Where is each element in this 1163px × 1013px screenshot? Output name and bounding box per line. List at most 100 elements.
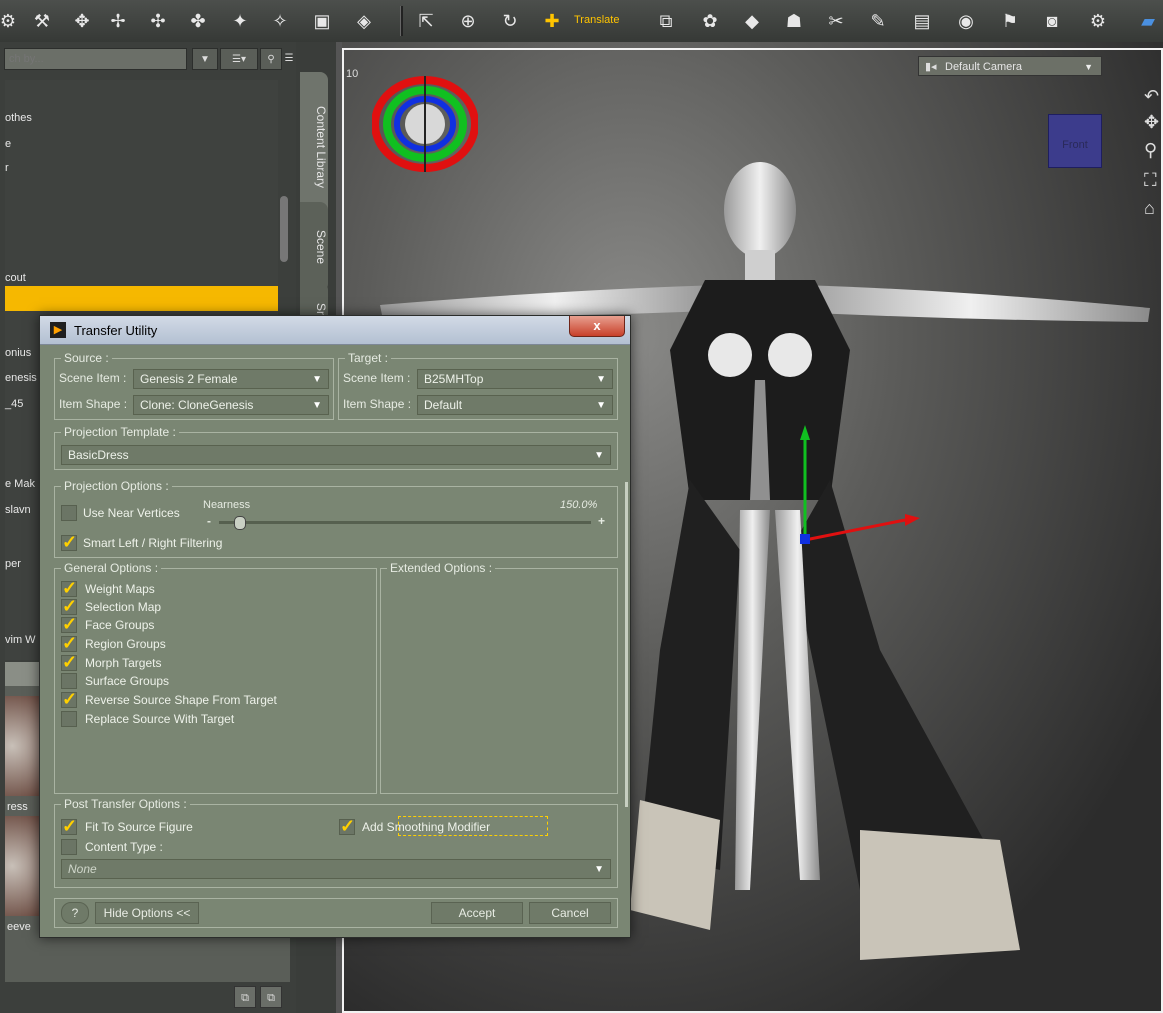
region-navigator-icon[interactable]: ✧ bbox=[268, 9, 292, 33]
reverse-source-shape-checkbox[interactable] bbox=[61, 689, 77, 710]
list-item[interactable]: per bbox=[5, 558, 21, 570]
selection-map-checkbox[interactable] bbox=[61, 596, 77, 617]
source-group-title: Source : bbox=[61, 351, 112, 365]
target-scene-item-select[interactable]: B25MHTop ▼ bbox=[417, 369, 613, 389]
cancel-button[interactable]: Cancel bbox=[529, 902, 611, 924]
rotate-icon[interactable]: ↻ bbox=[498, 9, 522, 33]
add-smoothing-checkbox[interactable] bbox=[339, 816, 355, 837]
panel-menu-icon[interactable]: ☰ bbox=[282, 48, 296, 70]
dialog-title-bar[interactable]: ▶ Transfer Utility x bbox=[40, 316, 630, 345]
list-item[interactable]: othes bbox=[5, 112, 32, 124]
surface-groups-checkbox[interactable] bbox=[61, 673, 77, 689]
close-button[interactable]: x bbox=[569, 316, 625, 337]
replace-source-checkbox[interactable] bbox=[61, 711, 77, 727]
chevron-down-icon: ▼ bbox=[312, 400, 322, 411]
content-type-checkbox[interactable] bbox=[61, 839, 77, 855]
joint-editor-icon[interactable]: ✣ bbox=[146, 9, 170, 33]
cube-icon[interactable]: ◈ bbox=[352, 9, 376, 33]
list-item[interactable]: slavn bbox=[5, 504, 31, 516]
copy-icon[interactable]: ⧉ bbox=[234, 986, 256, 1008]
camera-selector[interactable]: ▮◂ Default Camera ▼ bbox=[918, 56, 1102, 76]
library-bottom-buttons: ⧉ ⧉ bbox=[232, 986, 292, 1008]
replace-source-label: Replace Source With Target bbox=[85, 712, 235, 726]
search-icon[interactable]: ⚲ bbox=[260, 48, 282, 70]
list-item[interactable]: _45 bbox=[5, 398, 23, 410]
list-item[interactable]: vim W bbox=[5, 634, 36, 646]
spot-render-icon[interactable]: ✿ bbox=[698, 9, 722, 33]
universal-tool-icon[interactable]: ⚙ bbox=[0, 9, 20, 33]
list-item[interactable]: e bbox=[5, 138, 11, 150]
hide-options-button[interactable]: Hide Options << bbox=[95, 902, 199, 924]
geometry-editor-icon[interactable]: ✦ bbox=[228, 9, 252, 33]
selection-map-label: Selection Map bbox=[85, 600, 162, 614]
source-scene-item-select[interactable]: Genesis 2 Female ▼ bbox=[133, 369, 329, 389]
source-item-shape-label: Item Shape : bbox=[59, 397, 128, 411]
spot-icon[interactable]: ◉ bbox=[954, 9, 978, 33]
reverse-source-shape-label: Reverse Source Shape From Target bbox=[85, 693, 277, 707]
nearness-minus[interactable]: - bbox=[207, 514, 211, 528]
weight-brush-icon[interactable]: ✎ bbox=[866, 9, 890, 33]
render-icon[interactable]: ▰ bbox=[1136, 9, 1160, 33]
geometry-tool-icon[interactable]: ✂ bbox=[824, 9, 848, 33]
morph-icon[interactable]: ▤ bbox=[910, 9, 934, 33]
orbit-icon[interactable]: ⊕ bbox=[456, 9, 480, 33]
translate-icon[interactable]: ✚ bbox=[540, 9, 564, 33]
translate-label[interactable]: Translate bbox=[574, 14, 619, 26]
list-item[interactable]: enesis bbox=[5, 372, 37, 384]
rotate-joint-icon[interactable]: ⚒ bbox=[30, 9, 54, 33]
dialog-scrollbar[interactable] bbox=[625, 482, 628, 807]
pan-nav-icon[interactable]: ✥ bbox=[1144, 112, 1159, 133]
weight-maps-checkbox[interactable] bbox=[61, 578, 77, 599]
list-item[interactable]: e Mak bbox=[5, 478, 35, 490]
surface-selection-icon[interactable]: ◆ bbox=[740, 9, 764, 33]
filter-dropdown-button[interactable]: ▼ bbox=[192, 48, 218, 70]
source-item-shape-value: Clone: CloneGenesis bbox=[140, 398, 254, 412]
list-item[interactable]: onius bbox=[5, 347, 31, 359]
post-transfer-title: Post Transfer Options : bbox=[61, 797, 190, 811]
fit-to-source-checkbox[interactable] bbox=[61, 816, 77, 837]
render-settings-icon[interactable]: ⚙ bbox=[1086, 9, 1110, 33]
node-properties-icon[interactable]: ⚑ bbox=[998, 9, 1022, 33]
projection-template-select[interactable]: BasicDress ▼ bbox=[61, 445, 611, 465]
tab-scene[interactable]: Scene bbox=[300, 202, 328, 292]
dialog-button-bar: ? Hide Options << Accept Cancel bbox=[54, 898, 618, 928]
list-item[interactable]: cout bbox=[5, 272, 26, 284]
general-options-group: General Options : Weight Maps Selection … bbox=[54, 561, 377, 794]
projection-template-value: BasicDress bbox=[68, 448, 129, 462]
node-select-pointer-icon[interactable]: ⇱ bbox=[414, 9, 438, 33]
accept-button[interactable]: Accept bbox=[431, 902, 523, 924]
product-thumbnail[interactable] bbox=[5, 816, 41, 916]
list-item[interactable]: r bbox=[5, 162, 9, 174]
figure-setup-icon[interactable]: ☗ bbox=[782, 9, 806, 33]
tab-content-library[interactable]: Content Library bbox=[300, 72, 328, 222]
focus-indicator bbox=[398, 816, 548, 836]
paste-icon[interactable]: ⧉ bbox=[260, 986, 282, 1008]
orbit-nav-icon[interactable]: ↶ bbox=[1144, 86, 1159, 107]
target-item-shape-select[interactable]: Default ▼ bbox=[417, 395, 613, 415]
library-search-input[interactable] bbox=[4, 48, 187, 70]
face-groups-label: Face Groups bbox=[85, 618, 155, 632]
library-scrollbar[interactable] bbox=[280, 196, 288, 262]
content-type-select[interactable]: None ▼ bbox=[61, 859, 611, 879]
node-weight-icon[interactable]: ✤ bbox=[186, 9, 210, 33]
morph-targets-checkbox[interactable] bbox=[61, 652, 77, 673]
database-dropdown-button[interactable]: ☰▾ bbox=[220, 48, 258, 70]
fps-readout: 10 bbox=[346, 68, 359, 80]
pose-icon[interactable]: ✥ bbox=[70, 9, 94, 33]
active-pose-icon[interactable]: ✢ bbox=[106, 9, 130, 33]
smart-filtering-checkbox[interactable] bbox=[61, 532, 77, 553]
nearness-plus[interactable]: + bbox=[598, 514, 605, 528]
use-near-vertices-checkbox[interactable] bbox=[61, 505, 77, 521]
help-button[interactable]: ? bbox=[61, 902, 89, 924]
source-item-shape-select[interactable]: Clone: CloneGenesis ▼ bbox=[133, 395, 329, 415]
scale-icon[interactable]: ⧉ bbox=[654, 9, 678, 33]
camera-icon[interactable]: ◙ bbox=[1040, 9, 1064, 33]
nearness-slider-thumb[interactable] bbox=[233, 516, 246, 530]
node-selection-icon[interactable]: ▣ bbox=[310, 9, 334, 33]
product-thumbnail[interactable] bbox=[5, 696, 41, 796]
face-groups-checkbox[interactable] bbox=[61, 614, 77, 635]
region-groups-checkbox[interactable] bbox=[61, 633, 77, 654]
chevron-down-icon: ▼ bbox=[594, 864, 604, 875]
selected-list-item[interactable] bbox=[5, 286, 278, 311]
nearness-slider-track[interactable] bbox=[219, 521, 591, 524]
